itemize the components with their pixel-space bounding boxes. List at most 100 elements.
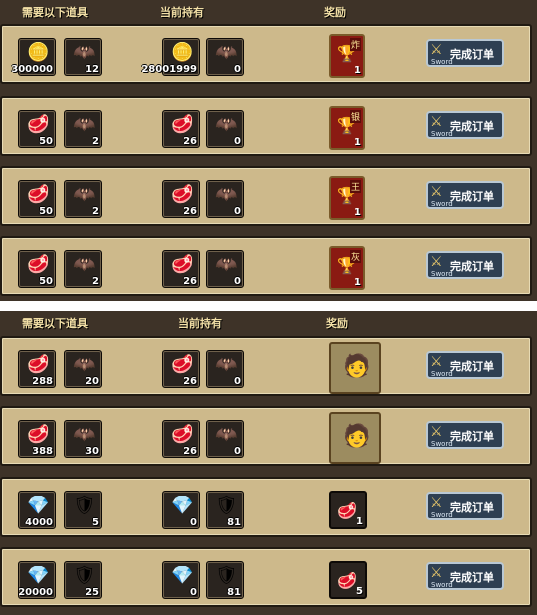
need-item-slot[interactable]: 🛡 25 bbox=[64, 561, 102, 599]
red-meat-icon: 🥩 bbox=[27, 254, 50, 275]
item-count: 0 bbox=[234, 376, 241, 387]
complete-order-button[interactable]: ⚔ 完成订单 Sword bbox=[426, 39, 504, 67]
complete-order-button[interactable]: ⚔ 完成订单 Sword bbox=[426, 421, 504, 449]
gold-armor-icon: 🛡 bbox=[73, 495, 96, 516]
have-item-slot[interactable]: 🦇 0 bbox=[206, 38, 244, 76]
need-item-slot[interactable]: 💎 20000 bbox=[18, 561, 56, 599]
need-item-slot[interactable]: 💎 4000 bbox=[18, 491, 56, 529]
green-crystal-icon: 💎 bbox=[27, 495, 50, 516]
item-count: 300000 bbox=[11, 64, 53, 75]
need-item-slot[interactable]: 🥩 50 bbox=[18, 250, 56, 288]
complete-order-label: 完成订单 bbox=[450, 48, 494, 61]
reward-slot[interactable]: 🏆 灰 1 bbox=[329, 246, 365, 290]
reward-count: 1 bbox=[354, 207, 361, 218]
need-item-slot[interactable]: 🪙 300000 bbox=[11, 38, 56, 76]
bat-wing-icon: 🦇 bbox=[73, 42, 96, 63]
order-panel-top: 需要以下道具 当前持有 奖励 🪙 300000 🦇 12 🪙 28001999 🦇 0 🏆 炸 1 ⚔… bbox=[0, 0, 537, 301]
item-count: 5 bbox=[92, 517, 99, 528]
header-need: 需要以下道具 bbox=[22, 317, 88, 330]
need-item-slot[interactable]: 🦇 20 bbox=[64, 350, 102, 388]
have-item-slot[interactable]: 🛡 81 bbox=[206, 491, 244, 529]
item-count: 26 bbox=[183, 446, 197, 457]
reward-icon: 🥩 bbox=[337, 501, 357, 520]
gold-armor-icon: 🛡 bbox=[215, 495, 238, 516]
gold-armor-icon: 🛡 bbox=[215, 565, 238, 586]
complete-order-button[interactable]: ⚔ 完成订单 Sword bbox=[426, 562, 504, 590]
bat-wing-icon: 🦇 bbox=[73, 184, 96, 205]
reward-slot[interactable]: 🧑 bbox=[329, 342, 381, 394]
reward-slot[interactable]: 🧑 bbox=[329, 412, 381, 464]
complete-order-label: 完成订单 bbox=[450, 260, 494, 273]
item-count: 26 bbox=[183, 376, 197, 387]
item-count: 30 bbox=[85, 446, 99, 457]
need-item-slot[interactable]: 🥩 288 bbox=[18, 350, 56, 388]
sword-icon: ⚔ bbox=[430, 424, 443, 440]
have-item-slot[interactable]: 🪙 28001999 bbox=[141, 38, 200, 76]
have-item-slot[interactable]: 🥩 26 bbox=[162, 420, 200, 458]
have-item-slot[interactable]: 🦇 0 bbox=[206, 420, 244, 458]
reward-slot[interactable]: 🏆 王 1 bbox=[329, 176, 365, 220]
reward-slot[interactable]: 🏆 银 1 bbox=[329, 106, 365, 150]
need-item-slot[interactable]: 🦇 2 bbox=[64, 250, 102, 288]
bat-wing-icon: 🦇 bbox=[215, 254, 238, 275]
item-count: 20000 bbox=[18, 587, 53, 598]
sword-caption: Sword bbox=[431, 200, 453, 208]
need-item-slot[interactable]: 🥩 50 bbox=[18, 110, 56, 148]
bat-wing-icon: 🦇 bbox=[215, 42, 238, 63]
header-have: 当前持有 bbox=[160, 6, 204, 19]
complete-order-button[interactable]: ⚔ 完成订单 Sword bbox=[426, 181, 504, 209]
gold-armor-icon: 🛡 bbox=[73, 565, 96, 586]
complete-order-button[interactable]: ⚔ 完成订单 Sword bbox=[426, 351, 504, 379]
have-item-slot[interactable]: 🦇 0 bbox=[206, 180, 244, 218]
complete-order-button[interactable]: ⚔ 完成订单 Sword bbox=[426, 111, 504, 139]
have-item-slot[interactable]: 🥩 26 bbox=[162, 180, 200, 218]
sword-icon: ⚔ bbox=[430, 495, 443, 511]
item-count: 28001999 bbox=[141, 64, 197, 75]
reward-icon: 🧑 bbox=[343, 424, 371, 449]
reward-slot[interactable]: 🥩 1 bbox=[329, 491, 367, 529]
need-item-slot[interactable]: 🛡 5 bbox=[64, 491, 102, 529]
need-item-slot[interactable]: 🥩 50 bbox=[18, 180, 56, 218]
reward-tag: 王 bbox=[349, 180, 361, 193]
order-row: 💎 4000 🛡 5 💎 0 🛡 81 🥩 1 ⚔ 完成订单 Sword bbox=[0, 477, 532, 537]
item-count: 0 bbox=[234, 64, 241, 75]
have-item-slot[interactable]: 🦇 0 bbox=[206, 110, 244, 148]
red-meat-icon: 🥩 bbox=[27, 114, 50, 135]
have-item-slot[interactable]: 🥩 26 bbox=[162, 250, 200, 288]
have-item-slot[interactable]: 🛡 81 bbox=[206, 561, 244, 599]
order-row: 🥩 288 🦇 20 🥩 26 🦇 0 🧑 ⚔ 完成订单 Sword bbox=[0, 336, 532, 396]
sword-icon: ⚔ bbox=[430, 254, 443, 270]
complete-order-button[interactable]: ⚔ 完成订单 Sword bbox=[426, 251, 504, 279]
need-item-slot[interactable]: 🦇 30 bbox=[64, 420, 102, 458]
item-count: 0 bbox=[234, 206, 241, 217]
sword-caption: Sword bbox=[431, 130, 453, 138]
reward-count: 5 bbox=[356, 586, 363, 597]
sword-caption: Sword bbox=[431, 270, 453, 278]
have-item-slot[interactable]: 💎 0 bbox=[162, 491, 200, 529]
item-count: 25 bbox=[85, 587, 99, 598]
header-reward: 奖励 bbox=[326, 317, 348, 330]
have-item-slot[interactable]: 🦇 0 bbox=[206, 350, 244, 388]
need-item-slot[interactable]: 🦇 2 bbox=[64, 180, 102, 218]
reward-slot[interactable]: 🏆 炸 1 bbox=[329, 34, 365, 78]
need-item-slot[interactable]: 🥩 388 bbox=[18, 420, 56, 458]
item-count: 2 bbox=[92, 136, 99, 147]
need-item-slot[interactable]: 🦇 12 bbox=[64, 38, 102, 76]
reward-count: 1 bbox=[354, 277, 361, 288]
header-have: 当前持有 bbox=[178, 317, 222, 330]
bat-wing-icon: 🦇 bbox=[73, 114, 96, 135]
need-item-slot[interactable]: 🦇 2 bbox=[64, 110, 102, 148]
reward-count: 1 bbox=[356, 516, 363, 527]
item-count: 0 bbox=[190, 517, 197, 528]
complete-order-button[interactable]: ⚔ 完成订单 Sword bbox=[426, 492, 504, 520]
bat-wing-icon: 🦇 bbox=[73, 424, 96, 445]
have-item-slot[interactable]: 💎 0 bbox=[162, 561, 200, 599]
sword-icon: ⚔ bbox=[430, 354, 443, 370]
have-item-slot[interactable]: 🥩 26 bbox=[162, 110, 200, 148]
gold-coin-icon: 🪙 bbox=[171, 42, 194, 63]
reward-slot[interactable]: 🥩 5 bbox=[329, 561, 367, 599]
have-item-slot[interactable]: 🦇 0 bbox=[206, 250, 244, 288]
have-item-slot[interactable]: 🥩 26 bbox=[162, 350, 200, 388]
item-count: 0 bbox=[234, 276, 241, 287]
bat-wing-icon: 🦇 bbox=[215, 424, 238, 445]
